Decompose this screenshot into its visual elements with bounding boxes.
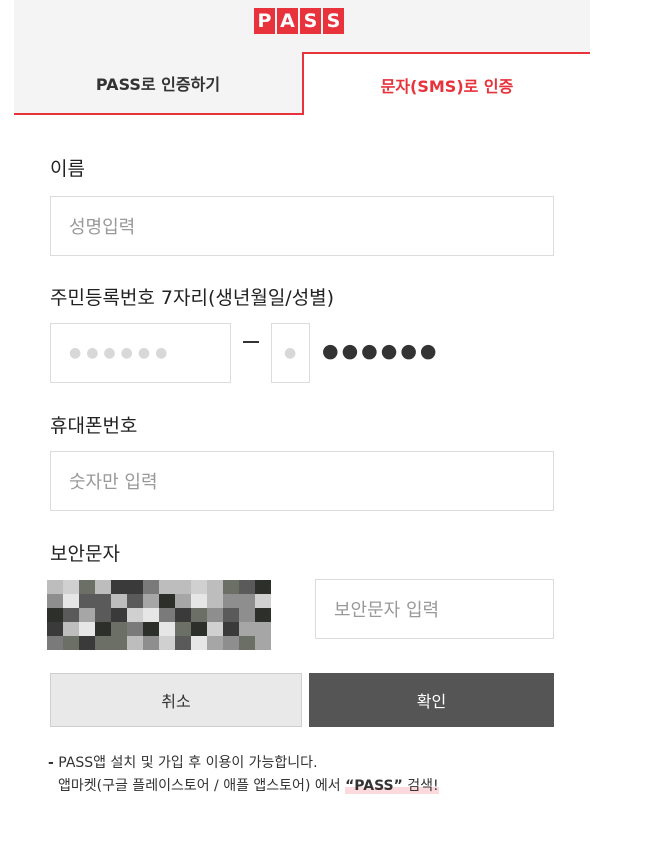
phone-input[interactable]: 숫자만 입력 [50,451,554,511]
tab-pass-auth[interactable]: PASS로 인증하기 [14,52,302,115]
rrn-separator [243,341,259,343]
notice-pass-keyword: “PASS” [345,778,403,794]
notice-text-1: PASS앱 설치 및 가입 후 이용이 가능합니다. [58,755,318,771]
rrn-label: 주민등록번호 7자리(생년월일/성별) [50,287,335,309]
captcha-image [47,580,271,650]
notice: - PASS앱 설치 및 가입 후 이용이 가능합니다. 앱마켓(구글 플레이스… [48,752,439,798]
tab-sms-auth[interactable]: 문자(SMS)로 인증 [302,52,590,115]
logo-letter-a: A [277,8,298,34]
logo-letter-s2: S [323,8,344,34]
name-label: 이름 [50,158,85,180]
captcha-input[interactable]: 보안문자 입력 [315,579,554,639]
notice-text-2: 앱마켓(구글 플레이스토어 / 애플 앱스토어) 에서 [58,778,341,794]
captcha-label: 보안문자 [50,543,120,565]
rrn-birth-input[interactable]: ●●●●●● [50,323,231,383]
rrn-gender-mask: ● [284,345,302,361]
confirm-button[interactable]: 확인 [309,673,554,727]
cancel-button[interactable]: 취소 [50,673,302,727]
name-input[interactable]: 성명입력 [50,196,554,256]
logo-letter-s: S [300,8,321,34]
notice-search-text: 검색! [407,778,439,794]
rrn-gender-input[interactable]: ● [271,323,310,383]
pass-logo: P A S S [254,8,346,34]
logo-letter-p: P [254,8,275,34]
notice-line-2: 앱마켓(구글 플레이스토어 / 애플 앱스토어) 에서 “PASS” 검색! [48,775,439,798]
notice-line-1: - PASS앱 설치 및 가입 후 이용이 가능합니다. [48,755,318,771]
notice-highlight: “PASS” 검색! [345,778,439,794]
rrn-birth-mask: ●●●●●● [69,345,173,361]
phone-label: 휴대폰번호 [50,415,138,437]
rrn-hidden-digits: ●●●●●● [322,340,440,362]
